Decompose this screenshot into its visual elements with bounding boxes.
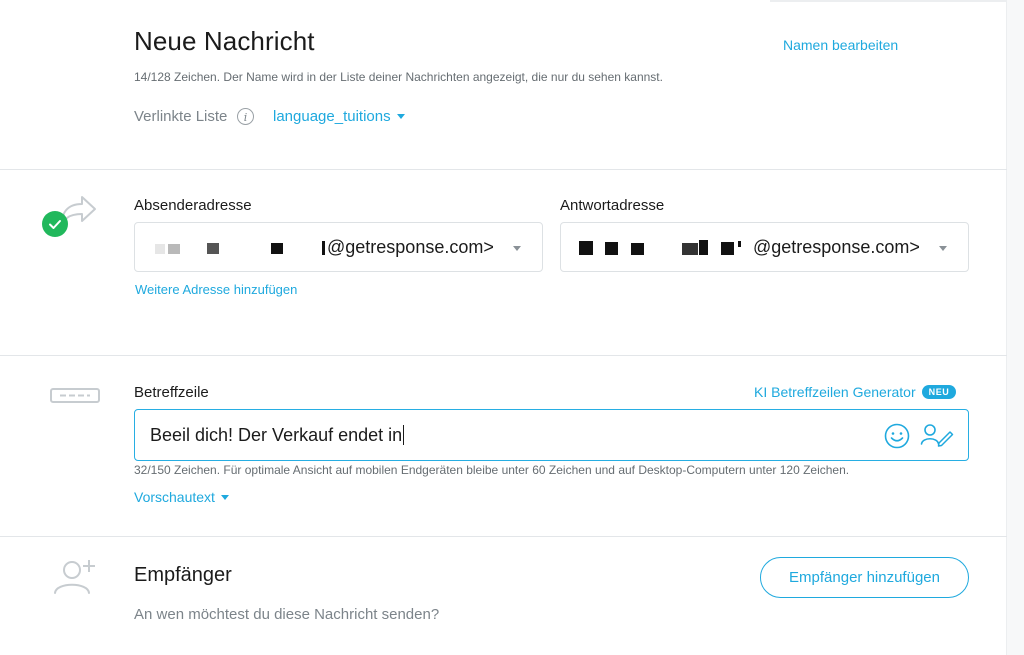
from-address-select[interactable]: @getresponse.com> bbox=[134, 222, 543, 272]
ai-subject-generator-link[interactable]: KI Betreffzeilen Generator bbox=[754, 384, 916, 400]
subject-label: Betreffzeile bbox=[134, 384, 209, 401]
redacted-block bbox=[682, 243, 698, 255]
preview-text-label: Vorschautext bbox=[134, 489, 215, 505]
redacted-block bbox=[322, 241, 325, 255]
section-divider bbox=[0, 536, 1007, 537]
redacted-block bbox=[271, 243, 283, 254]
redacted-block bbox=[207, 243, 219, 254]
redacted-block bbox=[699, 240, 708, 255]
page-title: Neue Nachricht bbox=[134, 26, 315, 56]
section-divider bbox=[0, 169, 1007, 170]
recipients-title: Empfänger bbox=[134, 564, 232, 586]
linked-list-label: Verlinkte Liste bbox=[134, 108, 228, 125]
redacted-block bbox=[155, 244, 165, 254]
subject-hint: 32/150 Zeichen. Für optimale Ansicht auf… bbox=[134, 463, 850, 477]
name-hint: 14/128 Zeichen. Der Name wird in der Lis… bbox=[134, 70, 663, 84]
chevron-down-icon bbox=[220, 494, 229, 500]
text-cursor bbox=[403, 425, 405, 445]
recipients-subtitle: An wen möchtest du diese Nachricht sende… bbox=[134, 606, 440, 623]
subject-input-value[interactable]: Beeil dich! Der Verkauf endet in bbox=[150, 425, 405, 446]
redacted-block bbox=[631, 243, 644, 255]
personalize-icon[interactable] bbox=[920, 422, 954, 448]
reply-address-select[interactable]: @getresponse.com> bbox=[560, 222, 969, 272]
redacted-block bbox=[721, 242, 734, 255]
chevron-down-icon bbox=[939, 246, 947, 251]
redacted-block bbox=[738, 241, 741, 247]
redacted-block bbox=[605, 242, 618, 255]
chevron-down-icon bbox=[396, 113, 405, 119]
reply-address-label: Antwortadresse bbox=[560, 197, 665, 214]
add-address-link[interactable]: Weitere Adresse hinzufügen bbox=[135, 282, 297, 297]
redacted-block bbox=[168, 244, 180, 254]
subject-text: Beeil dich! Der Verkauf endet in bbox=[150, 425, 403, 445]
add-person-icon bbox=[52, 557, 98, 597]
subject-input[interactable]: Beeil dich! Der Verkauf endet in bbox=[134, 409, 969, 461]
reply-address-value: @getresponse.com> bbox=[753, 237, 920, 257]
info-icon[interactable]: i bbox=[237, 108, 254, 125]
verified-check-icon bbox=[42, 211, 68, 237]
subject-line-icon bbox=[50, 387, 100, 405]
linked-list-value: language_tuitions bbox=[273, 108, 391, 125]
scrollbar-track[interactable] bbox=[1006, 0, 1024, 655]
preview-text-dropdown[interactable]: Vorschautext bbox=[134, 489, 229, 505]
section-divider bbox=[0, 355, 1007, 356]
edit-name-link[interactable]: Namen bearbeiten bbox=[783, 37, 898, 53]
from-address-value: @getresponse.com> bbox=[327, 237, 494, 257]
top-edge-line bbox=[770, 0, 1024, 2]
ai-subject-generator[interactable]: KI Betreffzeilen Generator NEU bbox=[754, 383, 957, 401]
new-badge: NEU bbox=[921, 385, 957, 399]
redacted-block bbox=[579, 241, 593, 255]
add-recipients-button[interactable]: Empfänger hinzufügen bbox=[760, 557, 969, 598]
emoji-icon[interactable] bbox=[884, 423, 910, 449]
linked-list-dropdown[interactable]: language_tuitions bbox=[273, 108, 405, 125]
chevron-down-icon bbox=[513, 246, 521, 251]
from-address-label: Absenderadresse bbox=[134, 197, 252, 214]
